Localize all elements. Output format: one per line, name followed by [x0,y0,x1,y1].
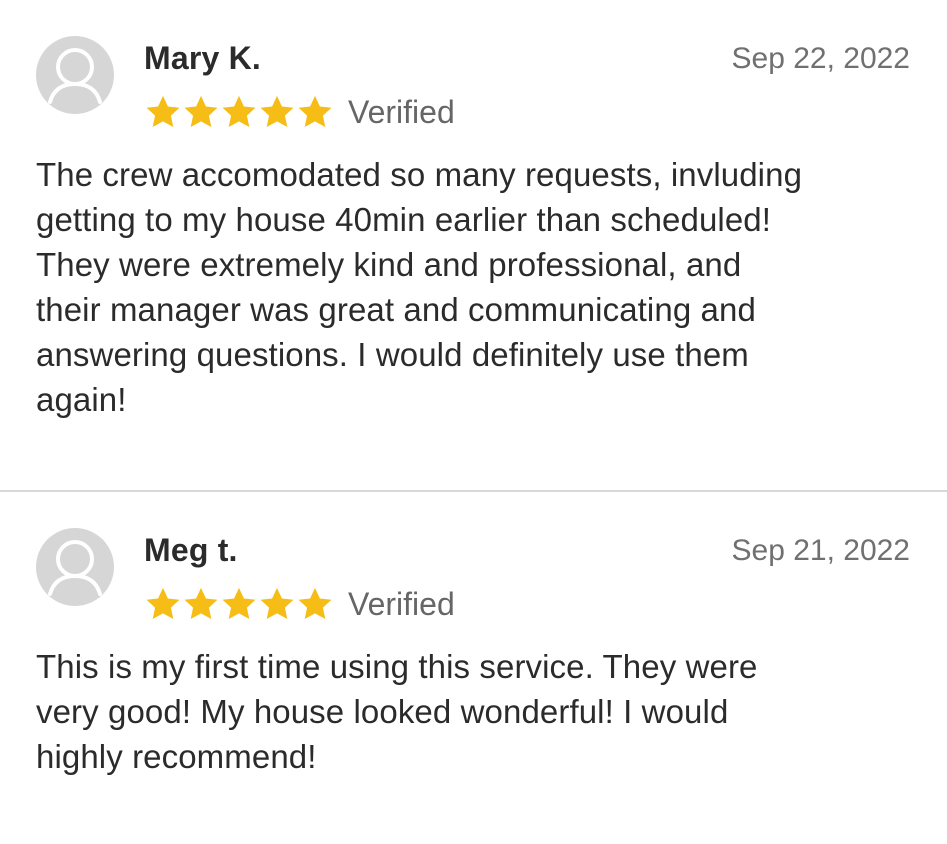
review-text-line: answering questions. I would definitely … [36,336,749,373]
review-text-line: getting to my house 40min earlier than s… [36,201,772,238]
review-body: The crew accomodated so many requests, i… [36,152,916,422]
review-text-line: highly recommend! [36,738,317,775]
user-silhouette-icon [36,528,114,606]
review-text-line: They were extremely kind and professiona… [36,246,742,283]
reviewer-name: Mary K. [144,40,261,76]
avatar [36,36,114,114]
review-card: Meg t. Sep 21, 2022 Verified This is my … [0,492,947,844]
verified-label: Verified [348,585,455,622]
star-icon [298,95,332,128]
star-icon [298,587,332,620]
avatar [36,528,114,606]
star-icon [260,95,294,128]
review-card: Mary K. Sep 22, 2022 Verified The crew a… [0,0,947,490]
review-text-line: very good! My house looked wonderful! I … [36,693,729,730]
star-icon [222,587,256,620]
review-date: Sep 21, 2022 [731,534,911,567]
star-icon [184,95,218,128]
review-body: This is my first time using this service… [36,644,916,779]
review-text-line: again! [36,381,127,418]
star-icon [184,587,218,620]
star-rating [144,585,334,623]
star-icon [146,587,180,620]
star-icon [146,95,180,128]
star-rating [144,93,334,131]
star-icon [222,95,256,128]
review-text-line: The crew accomodated so many requests, i… [36,156,803,193]
review-text-line: This is my first time using this service… [36,648,758,685]
rating-row: Verified [144,582,455,626]
user-silhouette-icon [36,36,114,114]
review-text-line: their manager was great and communicatin… [36,291,756,328]
reviewer-name: Meg t. [144,532,238,568]
review-date: Sep 22, 2022 [731,42,911,75]
star-icon [260,587,294,620]
verified-label: Verified [348,93,455,130]
rating-row: Verified [144,90,455,134]
